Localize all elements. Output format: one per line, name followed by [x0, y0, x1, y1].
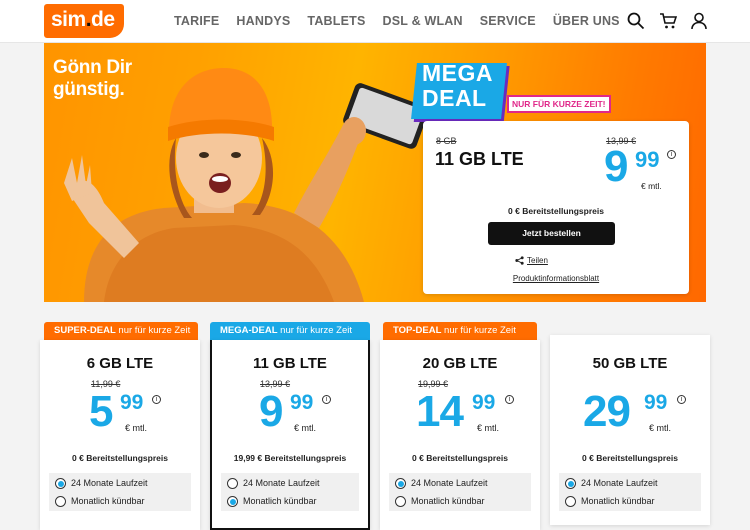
share-icon[interactable]	[515, 256, 524, 265]
nav-item-service[interactable]: SERVICE	[480, 14, 536, 28]
tab-top-deal-sub: nur für kurze Zeit	[441, 325, 516, 336]
radio-monthly[interactable]	[227, 496, 238, 507]
tariff-price-unit: € mtl.	[477, 423, 500, 433]
option-monthly-label: Monatlich kündbar	[581, 496, 655, 506]
option-monthly[interactable]: Monatlich kündbar	[395, 496, 485, 507]
limited-time-badge: NUR FÜR KURZE ZEIT!	[507, 95, 611, 113]
tariff-card-11gb: 11 GB LTE 13,99 € 9 99 i € mtl. 19,99 € …	[210, 340, 370, 530]
term-options: 24 Monate Laufzeit Monatlich kündbar	[49, 473, 191, 511]
cart-icon[interactable]	[659, 12, 677, 30]
option-24-months[interactable]: 24 Monate Laufzeit	[227, 478, 320, 489]
tariff-data-volume: 6 GB LTE	[86, 355, 154, 372]
tab-mega-deal-sub: nur für kurze Zeit	[277, 325, 352, 336]
tariff-price-integer: 5	[89, 387, 114, 436]
tariff-data-volume: 20 GB LTE	[422, 355, 498, 372]
user-icon[interactable]	[690, 12, 708, 30]
hero-slogan: Gönn Dir günstig.	[53, 57, 132, 100]
option-24-months-label: 24 Monate Laufzeit	[243, 478, 320, 488]
tab-mega-deal-label: MEGA-DEAL	[220, 325, 278, 336]
tariff-setup-fee: 0 € Bereitstellungspreis	[582, 453, 678, 463]
tariff-price-decimals: 99	[290, 391, 314, 414]
option-monthly[interactable]: Monatlich kündbar	[227, 496, 317, 507]
site-header: sim.de TARIFE HANDYS TABLETS DSL & WLAN …	[0, 0, 750, 43]
tab-top-deal-label: TOP-DEAL	[393, 325, 442, 336]
radio-24-months[interactable]	[227, 478, 238, 489]
tariff-price-unit: € mtl.	[125, 423, 148, 433]
nav-item-tarife[interactable]: TARIFE	[174, 14, 219, 28]
hero-offer-card: 8 GB 11 GB LTE 13,99 € 9 99 i € mtl. 0 €…	[423, 121, 689, 294]
price-unit: € mtl.	[641, 181, 662, 191]
tariff-price-unit: € mtl.	[649, 423, 672, 433]
main-nav: TARIFE HANDYS TABLETS DSL & WLAN SERVICE…	[174, 14, 637, 28]
tab-super-deal: SUPER-DEAL nur für kurze Zeit	[44, 322, 198, 340]
old-data-volume: 8 GB	[436, 136, 457, 146]
tariff-price-decimals: 99	[120, 391, 144, 414]
radio-24-months[interactable]	[565, 478, 576, 489]
product-info-sheet-link[interactable]: Produktinformationsblatt	[423, 274, 689, 283]
option-24-months-label: 24 Monate Laufzeit	[411, 478, 488, 488]
radio-24-months[interactable]	[395, 478, 406, 489]
logo-main: sim	[51, 8, 86, 31]
price-integer: 9	[604, 142, 629, 191]
tariff-price-unit: € mtl.	[294, 423, 317, 433]
option-monthly-label: Monatlich kündbar	[411, 496, 485, 506]
radio-monthly[interactable]	[395, 496, 406, 507]
nav-item-handys[interactable]: HANDYS	[236, 14, 290, 28]
option-monthly[interactable]: Monatlich kündbar	[55, 496, 145, 507]
tariff-price-decimals: 99	[644, 391, 668, 414]
hero-banner: Gönn Dir günstig. MEGA DEAL NUR FÜR KURZ…	[44, 43, 706, 302]
nav-item-tablets[interactable]: TABLETS	[307, 14, 365, 28]
sim-de-logo[interactable]: sim.de	[44, 4, 124, 38]
info-icon[interactable]: i	[667, 150, 676, 159]
option-monthly[interactable]: Monatlich kündbar	[565, 496, 655, 507]
price-decimals: 99	[635, 147, 660, 172]
option-monthly-label: Monatlich kündbar	[71, 496, 145, 506]
option-24-months[interactable]: 24 Monate Laufzeit	[565, 478, 658, 489]
radio-24-months[interactable]	[55, 478, 66, 489]
data-volume: 11 GB LTE	[435, 149, 524, 169]
nav-item-ueber-uns[interactable]: ÜBER UNS	[553, 14, 620, 28]
info-icon[interactable]: i	[322, 395, 331, 404]
tab-super-deal-sub: nur für kurze Zeit	[115, 325, 191, 336]
radio-monthly[interactable]	[565, 496, 576, 507]
order-now-button[interactable]: Jetzt bestellen	[488, 222, 615, 245]
term-options: 24 Monate Laufzeit Monatlich kündbar	[221, 473, 359, 511]
setup-fee: 0 € Bereitstellungspreis	[508, 206, 604, 216]
info-icon[interactable]: i	[677, 395, 686, 404]
tab-mega-deal: MEGA-DEAL nur für kurze Zeit	[210, 322, 370, 340]
tariff-setup-fee: 0 € Bereitstellungspreis	[72, 453, 168, 463]
option-24-months-label: 24 Monate Laufzeit	[581, 478, 658, 488]
tariff-card-20gb: 20 GB LTE 19,99 € 14 99 i € mtl. 0 € Ber…	[380, 340, 540, 530]
tariff-data-volume: 11 GB LTE	[253, 355, 327, 372]
radio-monthly[interactable]	[55, 496, 66, 507]
search-icon[interactable]	[627, 12, 645, 30]
option-monthly-label: Monatlich kündbar	[243, 496, 317, 506]
tariff-card-6gb: 6 GB LTE 11,99 € 5 99 i € mtl. 0 € Berei…	[40, 340, 200, 530]
option-24-months-label: 24 Monate Laufzeit	[71, 478, 148, 488]
tariff-price-integer: 9	[259, 387, 284, 436]
option-24-months[interactable]: 24 Monate Laufzeit	[395, 478, 488, 489]
tariff-price-integer: 14	[416, 387, 464, 436]
tariff-setup-fee: 19,99 € Bereitstellungspreis	[233, 453, 347, 463]
tariff-price-integer: 29	[583, 387, 631, 436]
tab-top-deal: TOP-DEAL nur für kurze Zeit	[383, 322, 537, 340]
logo-tld: de	[91, 8, 115, 31]
nav-item-dsl-wlan[interactable]: DSL & WLAN	[383, 14, 463, 28]
tariff-data-volume: 50 GB LTE	[592, 355, 668, 372]
mega-deal-badge: MEGA DEAL	[422, 60, 493, 111]
option-24-months[interactable]: 24 Monate Laufzeit	[55, 478, 148, 489]
info-icon[interactable]: i	[505, 395, 514, 404]
share-link[interactable]: Teilen	[527, 256, 548, 265]
term-options: 24 Monate Laufzeit Monatlich kündbar	[559, 473, 701, 511]
info-icon[interactable]: i	[152, 395, 161, 404]
term-options: 24 Monate Laufzeit Monatlich kündbar	[389, 473, 531, 511]
tariff-price-decimals: 99	[472, 391, 496, 414]
tariff-setup-fee: 0 € Bereitstellungspreis	[412, 453, 508, 463]
tariff-card-50gb: 50 GB LTE 29 99 i € mtl. 0 € Bereitstell…	[550, 335, 710, 525]
tab-super-deal-label: SUPER-DEAL	[54, 325, 116, 336]
